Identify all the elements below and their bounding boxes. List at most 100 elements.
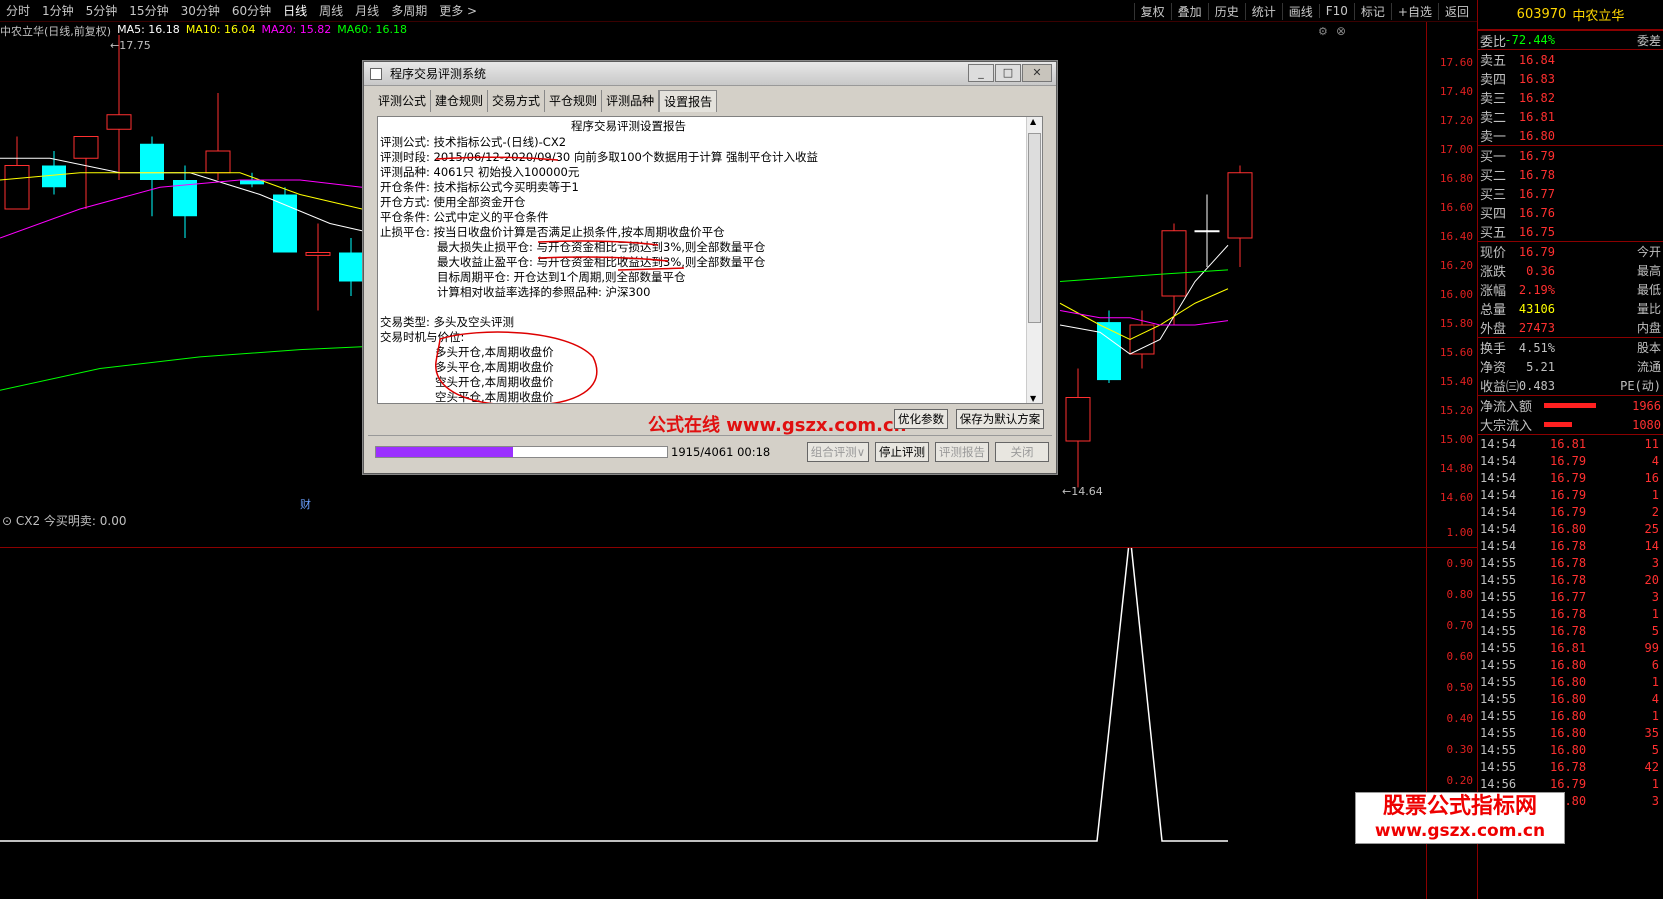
flow-row: 净流入额 1966 <box>1478 396 1663 416</box>
quote-label: 卖一 <box>1480 130 1507 145</box>
quote-right-label: PE(动) <box>1620 379 1661 393</box>
progress-text: 1915/4061 00:18 <box>671 445 771 459</box>
trade-time: 14:55 <box>1480 657 1517 672</box>
dialog-tab[interactable]: 设置报告 <box>659 90 718 112</box>
toolbar-button[interactable]: 历史 <box>1207 2 1245 20</box>
dialog-tab[interactable]: 平仓规则 <box>545 90 603 112</box>
quote-right-label: 今开 <box>1636 245 1661 259</box>
scroll-up-icon[interactable]: ▲ <box>1030 117 1036 126</box>
quote-right-label: 流通 <box>1636 360 1661 374</box>
quote-label: 总量 <box>1480 303 1507 318</box>
trade-time: 14:55 <box>1480 555 1517 570</box>
chart-close-icon[interactable]: ⊗ <box>1336 24 1346 38</box>
quote-row: 卖二 16.81 <box>1478 107 1663 127</box>
quote-value: 16.84 <box>1518 52 1555 67</box>
period-tab[interactable]: 15分钟 <box>123 2 174 19</box>
report-panel: 程序交易评测设置报告 评测公式: 技术指标公式-(日线)-CX2 评测时段: 20… <box>377 116 1043 404</box>
candle-body <box>273 194 297 253</box>
toolbar-button[interactable]: 叠加 <box>1170 2 1208 20</box>
maximize-button[interactable]: □ <box>995 64 1021 82</box>
price-tick: 16.20 <box>1439 259 1473 272</box>
period-tab[interactable]: 多周期 <box>385 2 433 19</box>
optimize-params-button[interactable]: 优化参数 <box>894 409 948 429</box>
minimize-button[interactable]: _ <box>968 64 994 82</box>
period-toolbar: 分时 1分钟 5分钟 15分钟 30分钟 60分钟 日线 周线 月线 多周期 更多 > 复权 叠加 历史… <box>0 0 1477 22</box>
scroll-down-icon[interactable]: ▼ <box>1030 394 1036 403</box>
watermark-text: 公式在线 www.gszx.com.cn <box>648 415 907 436</box>
trade-row: 14:55 16.78 3 <box>1478 554 1663 571</box>
candle-body <box>339 252 363 282</box>
quote-row: 外盘 27473 内盘 <box>1478 318 1663 338</box>
toolbar-button[interactable]: 统计 <box>1244 2 1282 20</box>
period-tab[interactable]: 5分钟 <box>80 2 124 19</box>
trade-volume: 3 <box>1651 793 1659 808</box>
report-line: 平仓条件: 公式中定义的平仓条件 <box>380 210 549 224</box>
dialog-tab[interactable]: 评测品种 <box>602 90 660 112</box>
trade-price: 16.79 <box>1550 453 1587 468</box>
dialog-titlebar[interactable]: 程序交易评测系统 <box>364 62 1056 86</box>
combo-eval-button[interactable]: 组合评测∨ <box>807 442 869 462</box>
stop-eval-button[interactable]: 停止评测 <box>875 442 929 462</box>
flow-bar <box>1544 403 1596 408</box>
period-tab[interactable]: 更多 > <box>433 2 483 19</box>
period-tab[interactable]: 30分钟 <box>175 2 226 19</box>
price-tick: 17.00 <box>1439 143 1473 156</box>
report-line: 开仓方式: 使用全部资金开仓 <box>380 195 526 209</box>
trade-volume: 1 <box>1651 606 1659 621</box>
period-tab[interactable]: 1分钟 <box>36 2 80 19</box>
trade-price: 16.80 <box>1550 674 1587 689</box>
stock-name: 中农立华 <box>1572 9 1625 24</box>
trade-price: 16.78 <box>1550 572 1587 587</box>
scroll-thumb[interactable] <box>1028 133 1041 323</box>
toolbar-button[interactable]: F10 <box>1318 4 1354 18</box>
toolbar-button[interactable]: 画线 <box>1281 2 1319 20</box>
indicator-chart[interactable] <box>0 547 1426 899</box>
quote-value: 2.19% <box>1518 282 1555 297</box>
trade-row: 14:54 16.79 1 <box>1478 486 1663 503</box>
candle-body <box>140 143 164 180</box>
toolbar-button[interactable]: 复权 <box>1133 2 1171 20</box>
quote-label: 涨跌 <box>1480 265 1507 280</box>
trade-time: 14:54 <box>1480 504 1517 519</box>
toolbar-button[interactable]: +自选 <box>1390 2 1438 20</box>
toolbar-button[interactable]: 标记 <box>1353 2 1391 20</box>
save-default-button[interactable]: 保存为默认方案 <box>956 409 1044 429</box>
dialog-tab[interactable]: 建仓规则 <box>431 90 489 112</box>
period-tab[interactable]: 60分钟 <box>226 2 277 19</box>
finance-marker[interactable]: 财 <box>300 496 311 512</box>
close-button[interactable]: 关闭 <box>995 442 1049 462</box>
trade-row: 14:55 16.78 1 <box>1478 605 1663 622</box>
report-line: 评测公式: 技术指标公式-(日线)-CX2 <box>380 135 567 149</box>
period-tab[interactable]: 月线 <box>349 2 385 19</box>
price-tick: 17.40 <box>1439 85 1473 98</box>
trade-time: 14:55 <box>1480 725 1517 740</box>
chart-settings-icon[interactable]: ⚙ <box>1318 25 1328 38</box>
ma-label: MA60: 16.18 <box>337 23 407 36</box>
toolbar-button[interactable]: 返回 <box>1437 2 1475 20</box>
price-axis: 17.60 17.40 17.20 17.00 16.80 16.60 16.40 16.20… <box>1426 22 1477 547</box>
quote-right-label: 量比 <box>1636 302 1661 316</box>
trade-list[interactable]: 14:54 16.81 11 14:54 16.79 4 14:54 16.79 16 14:54… <box>1478 434 1663 809</box>
quote-value: 16.75 <box>1518 224 1555 239</box>
trade-volume: 5 <box>1651 742 1659 757</box>
period-tab[interactable]: 分时 <box>0 2 36 19</box>
indicator-title: CX2 今买明卖: 0.00 <box>15 514 127 528</box>
price-tick: 15.20 <box>1439 404 1473 417</box>
close-icon[interactable]: ✕ <box>1022 64 1052 82</box>
dialog-tab[interactable]: 评测公式 <box>374 90 432 112</box>
price-tick: 16.40 <box>1439 230 1473 243</box>
price-tick: 17.20 <box>1439 114 1473 127</box>
dialog-tab[interactable]: 交易方式 <box>488 90 546 112</box>
eval-report-button[interactable]: 评测报告 <box>935 442 989 462</box>
period-tab[interactable]: 日线 <box>277 2 313 19</box>
report-scrollbar[interactable]: ▲ ▼ <box>1026 117 1042 403</box>
indicator-tick: 0.70 <box>1446 619 1474 632</box>
trade-row: 14:54 16.81 11 <box>1478 435 1663 452</box>
trade-time: 14:54 <box>1480 487 1517 502</box>
indicator-title-bar: ⊙ CX2 今买明卖: 0.00 <box>2 514 127 528</box>
quote-value: 16.80 <box>1518 128 1555 143</box>
weicha-label: 委差 <box>1636 33 1661 48</box>
quote-value: 16.77 <box>1518 186 1555 201</box>
quote-value: 16.78 <box>1518 167 1555 182</box>
period-tab[interactable]: 周线 <box>313 2 349 19</box>
